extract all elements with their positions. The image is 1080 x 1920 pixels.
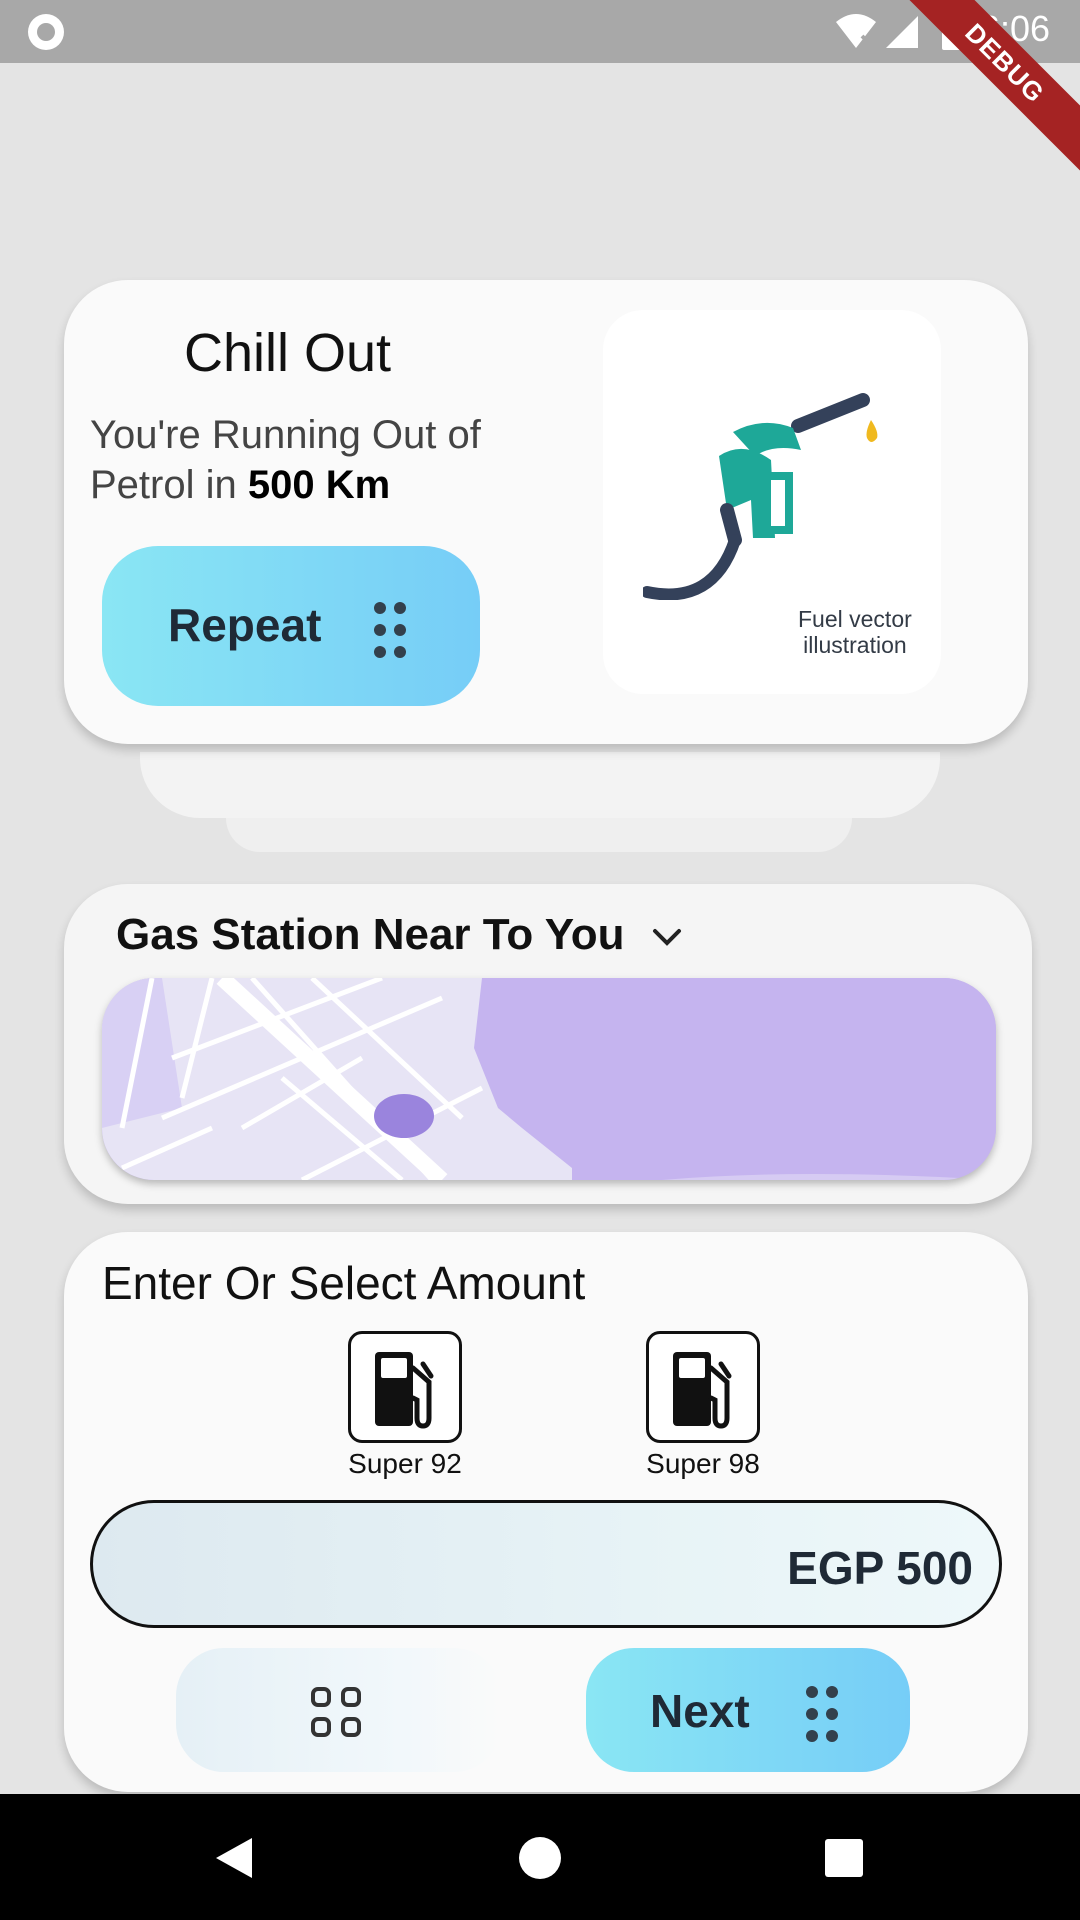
grid-icon xyxy=(311,1687,361,1737)
next-button-label: Next xyxy=(650,1685,750,1737)
chevron-down-icon[interactable] xyxy=(652,922,682,952)
map-graphic xyxy=(102,978,996,1180)
card-stack-shadow-back xyxy=(226,818,852,852)
home-icon[interactable] xyxy=(518,1836,562,1880)
grid-menu-button[interactable] xyxy=(176,1648,502,1772)
recents-icon[interactable] xyxy=(824,1838,864,1878)
gas-station-title[interactable]: Gas Station Near To You xyxy=(116,910,625,960)
amount-value: EGP 500 xyxy=(787,1542,973,1594)
drag-dots-icon xyxy=(374,602,406,658)
next-button[interactable]: Next xyxy=(586,1648,910,1772)
fuel-option-super-98[interactable] xyxy=(646,1331,760,1443)
navigation-bar xyxy=(0,1794,1080,1920)
card-stack-shadow xyxy=(140,752,940,818)
station-map[interactable] xyxy=(102,978,996,1180)
alert-distance: 500 Km xyxy=(247,463,391,507)
fuel-option-super-92[interactable] xyxy=(348,1331,462,1443)
alert-title: Chill Out xyxy=(184,323,392,383)
repeat-button-label: Repeat xyxy=(168,599,322,651)
fuel-pump-icon xyxy=(375,1352,434,1429)
signal-icon xyxy=(886,16,918,48)
fuel-pump-icon xyxy=(673,1352,732,1429)
status-ring-icon xyxy=(28,14,64,50)
wifi-off-icon xyxy=(836,14,876,48)
drag-dots-icon xyxy=(806,1686,838,1742)
location-marker[interactable] xyxy=(374,1094,434,1138)
fuel-option-label: Super 92 xyxy=(348,1448,462,1479)
repeat-button[interactable]: Repeat xyxy=(102,546,480,706)
fuel-option-label: Super 98 xyxy=(646,1448,760,1479)
amount-input[interactable]: EGP 500 xyxy=(90,1500,1002,1628)
alert-subtitle: You're Running Out of Petrol in 500 Km xyxy=(90,410,530,510)
fuel-nozzle-icon xyxy=(643,393,878,600)
illustration-caption: Fuel vector illustration xyxy=(798,606,912,658)
amount-title: Enter Or Select Amount xyxy=(102,1257,586,1309)
back-icon[interactable] xyxy=(214,1836,254,1880)
fuel-nozzle-illustration: Fuel vector illustration xyxy=(603,310,941,694)
